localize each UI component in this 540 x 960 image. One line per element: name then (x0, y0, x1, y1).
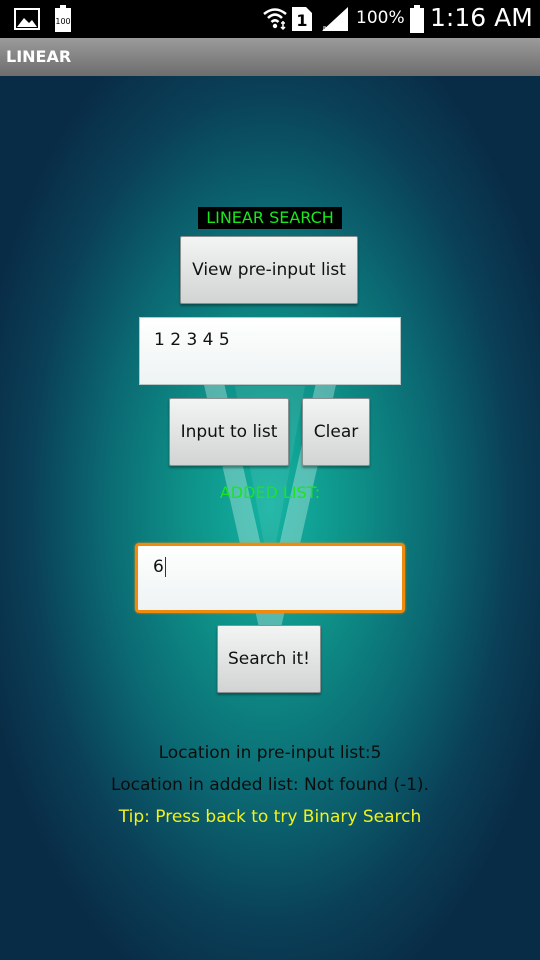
action-bar: LINEAR (0, 38, 540, 77)
result-added-list-location: Location in added list: Not found (-1). (111, 775, 429, 795)
screen: 100 1 100% 1:16 AM LINEAR LINEAR SEARCH … (0, 0, 540, 960)
wifi-icon (262, 5, 288, 35)
input-to-list-button[interactable]: Input to list (169, 398, 289, 466)
tip-text: Tip: Press back to try Binary Search (118, 807, 422, 827)
signal-icon (322, 7, 350, 35)
battery-percent: 100% (356, 8, 405, 28)
search-input-value: 6 (153, 557, 164, 577)
view-pre-input-list-button[interactable]: View pre-input list (180, 236, 358, 304)
main-content: LINEAR SEARCH View pre-input list 1 2 3 … (0, 76, 540, 960)
list-input-field[interactable]: 1 2 3 4 5 (139, 317, 401, 385)
battery-badge-text: 100 (55, 17, 70, 26)
sim-badge-text: 1 (296, 11, 307, 30)
list-input-value: 1 2 3 4 5 (154, 330, 230, 350)
added-list-label: ADDED LIST: (219, 483, 321, 502)
status-bar: 100 1 100% 1:16 AM (0, 0, 540, 38)
page-heading: LINEAR SEARCH (198, 207, 342, 229)
app-title: LINEAR (6, 47, 72, 66)
clear-button[interactable]: Clear (302, 398, 370, 466)
battery-saver-icon: 100 (54, 5, 72, 37)
text-cursor (164, 557, 166, 577)
result-pre-input-location: Location in pre-input list:5 (158, 743, 382, 763)
image-icon (14, 8, 40, 34)
sim-icon: 1 (292, 7, 312, 35)
search-button[interactable]: Search it! (217, 625, 321, 693)
search-input-field[interactable]: 6 (135, 543, 405, 613)
clock: 1:16 AM (430, 3, 533, 32)
battery-icon (410, 5, 424, 37)
